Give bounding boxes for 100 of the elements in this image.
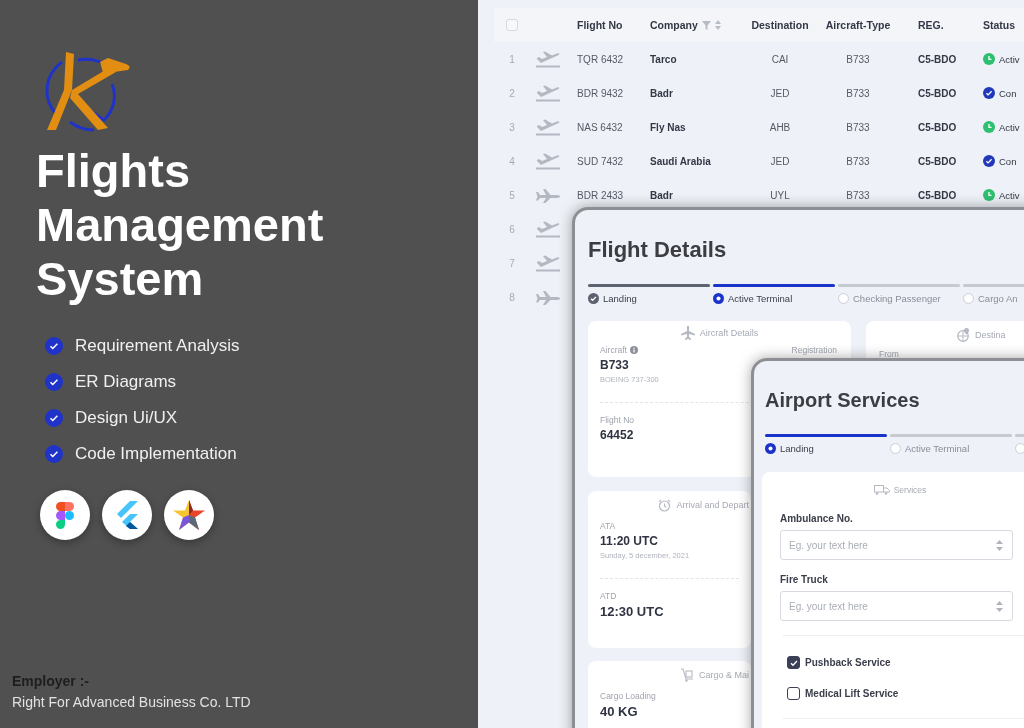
table-cell: B733 [846,87,870,99]
field-label: ATA [600,521,616,531]
takeoff-icon [535,254,561,272]
clock-icon [983,53,995,65]
table-cell: UYL [770,189,790,201]
table-cell: AHB [769,121,791,133]
column-header: Aircraft-Type [825,19,891,31]
checkbox[interactable] [787,687,800,700]
table-cell: BDR 2433 [577,189,624,201]
checkbox[interactable] [787,656,800,669]
table-cell: B733 [846,155,870,167]
checkbox-label: Medical Lift Service [805,688,899,699]
takeoff-icon [535,50,561,68]
field-label: Registration [791,345,837,355]
row-number: 6 [509,223,515,235]
table-cell: Badr [650,87,673,99]
table-cell: C5-BDO [918,155,957,167]
status-text: Activ [999,121,1020,133]
card-heading: Arrival and Depart [676,500,749,510]
step-label: Active Terminal [728,293,793,304]
chevron-logo-icon [115,501,139,529]
table-cell: B733 [846,121,870,133]
check-circle-icon [983,155,995,167]
column-header: REG. [918,19,944,31]
row-number: 8 [509,291,515,303]
table-cell: Tarco [650,53,677,65]
checkbox-label: Pushback Service [805,657,891,668]
spinner-icon[interactable] [996,540,1003,551]
row-number: 2 [509,87,515,99]
employer-name: Right For Advanced Business Co. LTD [12,693,252,712]
field-value: 64452 [600,428,634,442]
truck-icon [873,485,890,495]
column-header: Flight No [577,19,623,31]
status-text: Activ [999,53,1020,65]
clock-icon [983,189,995,201]
step-label: Checking Passenger [853,293,941,304]
field-value: 11:20 UTC [600,534,659,548]
title: Flights Management System [36,144,325,306]
table-cell: JED [770,155,790,167]
status-text: Con [999,155,1017,167]
radio-icon [713,293,724,304]
feature-label: Requirement Analysis [75,336,240,356]
field-label: ATD [600,591,617,601]
clock-icon [983,121,995,133]
table-cell: Fly Nas [650,121,686,133]
number-field[interactable]: Eg. your text here [780,530,1013,560]
card-heading: Destina [974,330,1006,340]
table-cell: Badr [650,189,673,201]
row-number: 5 [509,189,515,201]
card-heading: Aircraft Details [699,328,759,338]
column-header: Company [650,19,698,31]
row-number: 7 [509,257,515,269]
card-heading: Services [893,485,927,495]
field-label: Flight No [600,415,634,425]
step-label: Landing [780,443,814,454]
field-label: Ambulance No. [780,513,853,524]
step-label: Active Terminal [905,443,970,454]
window-title: Flight Details [588,237,727,263]
plane-icon [535,288,561,306]
row-number: 1 [509,53,515,65]
table-cell: C5-BDO [918,87,957,99]
table-cell: B733 [846,53,870,65]
shapes-logo-icon [56,501,74,529]
table-cell: JED [770,87,790,99]
feature-label: ER Diagrams [75,372,177,392]
card-heading: Cargo & Mai [698,670,749,680]
table-cell: C5-BDO [918,121,957,133]
step-label: Landing [603,293,637,304]
takeoff-icon [535,118,561,136]
plane-icon [680,326,695,340]
feature-label: Design Ui/UX [75,408,178,428]
radio-icon [765,443,776,454]
field-value: 12:30 UTC [600,604,664,619]
column-header: Status [983,19,1016,31]
table-cell: C5-BDO [918,53,957,65]
sort-icon[interactable] [714,20,721,30]
status-text: Con [999,87,1017,99]
table-cell: B733 [846,189,870,201]
takeoff-icon [535,84,561,102]
number-field[interactable]: Eg. your text here [780,591,1013,621]
radio-icon [838,293,849,304]
alarm-clock-icon [658,498,672,512]
check-circle-icon [588,293,599,304]
globe-pin-icon [956,328,970,342]
info-icon [629,346,638,354]
spinner-icon[interactable] [996,601,1003,612]
filter-icon[interactable] [701,20,711,30]
column-header: Destination [751,19,809,31]
field-label: Cargo Loading [600,691,656,701]
field-value: 40 KG [600,704,638,719]
window-title: Airport Services [765,388,920,412]
field-label: From [878,349,899,359]
takeoff-icon [535,152,561,170]
radio-icon [1015,443,1024,454]
radio-icon [890,443,901,454]
radio-icon [963,293,974,304]
table-cell: NAS 6432 [577,121,623,133]
table-cell: SUD 7432 [577,155,624,167]
status-text: Activ [999,189,1020,201]
table-cell: Saudi Arabia [650,155,711,167]
